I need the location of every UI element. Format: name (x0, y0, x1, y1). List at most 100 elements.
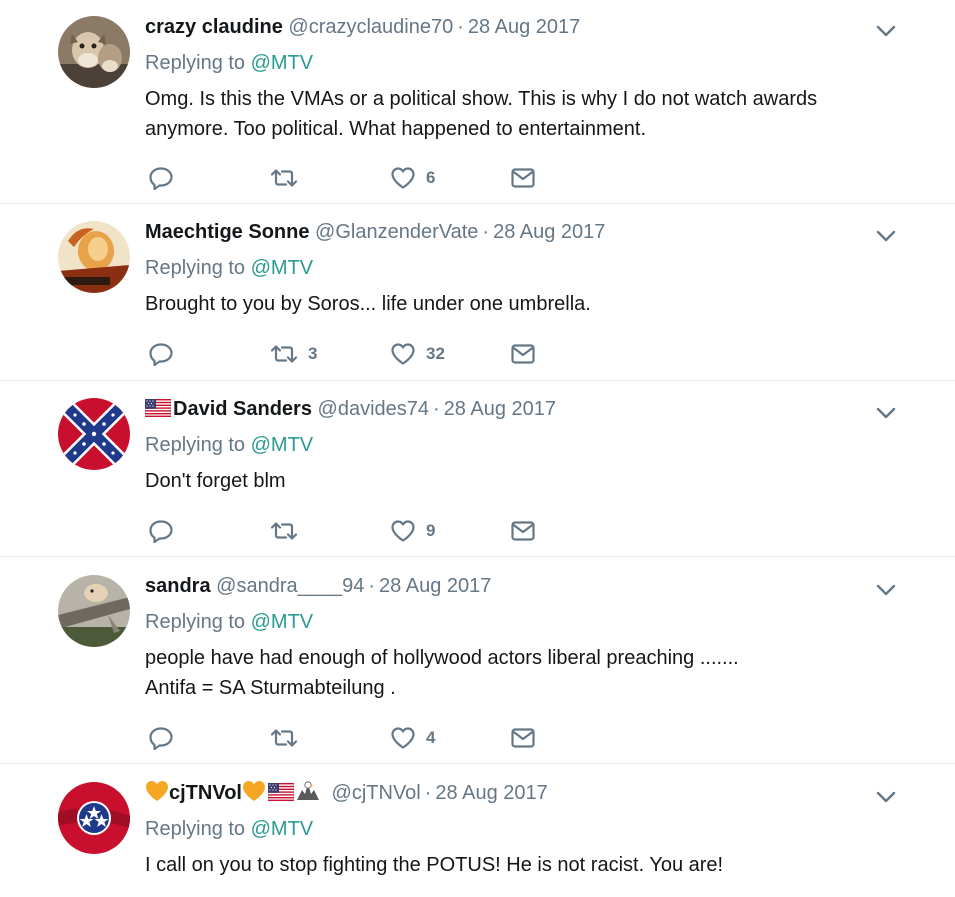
mention-link[interactable]: @MTV (251, 818, 314, 840)
replying-to-label: Replying to (145, 818, 246, 840)
orange-heart-emoji (145, 780, 169, 802)
avatar[interactable] (58, 398, 130, 470)
direct-message-button[interactable] (510, 723, 536, 753)
avatar[interactable] (58, 16, 130, 88)
direct-message-button[interactable] (510, 163, 536, 193)
separator: · (433, 398, 440, 420)
chevron-down-icon[interactable] (875, 225, 897, 247)
reply-button[interactable] (148, 516, 174, 546)
username[interactable]: @cjTNVol (332, 782, 421, 804)
tweet-header: sandra @sandra____94 · 28 Aug 2017 (145, 571, 875, 601)
timestamp[interactable]: 28 Aug 2017 (444, 398, 556, 420)
avatar[interactable] (58, 221, 130, 293)
retweet-button[interactable] (270, 163, 308, 193)
display-name[interactable]: crazy claudine (145, 16, 283, 38)
like-button[interactable]: 32 (390, 339, 445, 369)
replying-to-label: Replying to (145, 257, 246, 279)
reply-button[interactable] (148, 723, 174, 753)
like-count: 4 (426, 728, 436, 747)
replying-to-label: Replying to (145, 434, 246, 456)
username[interactable]: @davides74 (318, 398, 429, 420)
tweet-content: sandra @sandra____94 · 28 Aug 2017 Replyin… (145, 571, 875, 703)
like-count: 32 (426, 344, 445, 363)
retweet-button[interactable] (270, 723, 308, 753)
avatar[interactable] (58, 575, 130, 647)
tweet-item[interactable]: sandra @sandra____94 · 28 Aug 2017 Replyin… (0, 557, 955, 764)
mention-link[interactable]: @MTV (251, 611, 314, 633)
tweet-text: Don't forget blm (145, 466, 875, 496)
chevron-down-icon[interactable] (875, 786, 897, 808)
tweet-text: I call on you to stop fighting the POTUS… (145, 850, 875, 880)
tweet-text-line: Brought to you by Soros... life under on… (145, 293, 591, 315)
display-name[interactable]: sandra (145, 575, 211, 597)
us-flag-emoji (268, 783, 294, 801)
like-icon (390, 342, 416, 366)
chevron-down-icon[interactable] (875, 402, 897, 424)
direct-message-icon (510, 519, 536, 543)
username[interactable]: @GlanzenderVate (315, 221, 478, 243)
direct-message-icon (510, 342, 536, 366)
timestamp[interactable]: 28 Aug 2017 (493, 221, 605, 243)
tweet-content: Maechtige Sonne @GlanzenderVate · 28 Aug 2… (145, 217, 875, 319)
tweet-item[interactable]: Maechtige Sonne @GlanzenderVate · 28 Aug 2… (0, 204, 955, 381)
retweet-icon (270, 342, 298, 366)
tweet-text-line: Don't forget blm (145, 470, 286, 492)
chevron-down-icon[interactable] (875, 579, 897, 601)
like-icon (390, 726, 416, 750)
display-name[interactable]: David Sanders (173, 398, 312, 420)
reply-icon (148, 519, 174, 543)
tweet-text-line: Antifa = SA Sturmabteilung . (145, 677, 396, 699)
tweet-actions: 9 (148, 516, 568, 546)
timestamp[interactable]: 28 Aug 2017 (435, 782, 547, 804)
timestamp[interactable]: 28 Aug 2017 (468, 16, 580, 38)
retweet-count: 3 (308, 344, 318, 363)
reply-button[interactable] (148, 163, 174, 193)
like-icon (390, 519, 416, 543)
separator: · (424, 782, 432, 804)
timestamp[interactable]: 28 Aug 2017 (379, 575, 491, 597)
replying-to-label: Replying to (145, 611, 246, 633)
tweet-item[interactable]: crazy claudine @crazyclaudine70 · 28 Aug 2… (0, 0, 955, 204)
tweet-text-line: Omg. Is this the VMAs or a political sho… (145, 88, 818, 110)
mention-link[interactable]: @MTV (251, 257, 314, 279)
chevron-down-icon[interactable] (875, 20, 897, 42)
display-name[interactable]: Maechtige Sonne (145, 221, 309, 243)
direct-message-button[interactable] (510, 516, 536, 546)
replying-to: Replying to @MTV (145, 607, 875, 637)
tweet-text-line: I call on you to stop fighting the POTUS… (145, 854, 724, 876)
mention-link[interactable]: @MTV (251, 52, 314, 74)
avatar[interactable] (58, 782, 130, 854)
tweet-actions: 4 (148, 723, 568, 753)
username[interactable]: @crazyclaudine70 (288, 16, 453, 38)
tweet-header: Maechtige Sonne @GlanzenderVate · 28 Aug 2… (145, 217, 875, 247)
tweet-text: Omg. Is this the VMAs or a political sho… (145, 84, 875, 144)
separator: · (457, 16, 464, 38)
separator: · (482, 221, 490, 243)
like-button[interactable]: 9 (390, 516, 435, 546)
retweet-icon (270, 166, 298, 190)
reply-icon (148, 726, 174, 750)
display-name[interactable]: cjTNVol (169, 782, 242, 804)
tweet-actions: 3 32 (148, 339, 568, 369)
tweet-item[interactable]: cjTNVol @cjTNVol · 28 Aug 2017 Replying to… (0, 764, 955, 897)
separator: · (368, 575, 376, 597)
like-button[interactable]: 6 (390, 163, 435, 193)
tweet-content: crazy claudine @crazyclaudine70 · 28 Aug 2… (145, 12, 875, 144)
retweet-button[interactable] (270, 516, 308, 546)
direct-message-icon (510, 166, 536, 190)
reply-button[interactable] (148, 339, 174, 369)
like-icon (390, 166, 416, 190)
retweet-button[interactable]: 3 (270, 339, 317, 369)
tweet-item[interactable]: David Sanders @davides74 · 28 Aug 2017 Rep… (0, 381, 955, 557)
tweet-content: cjTNVol @cjTNVol · 28 Aug 2017 Replying to… (145, 778, 875, 880)
direct-message-icon (510, 726, 536, 750)
like-button[interactable]: 4 (390, 723, 435, 753)
mention-link[interactable]: @MTV (251, 434, 314, 456)
eagle-emoji (296, 780, 320, 802)
tweet-header: crazy claudine @crazyclaudine70 · 28 Aug 2… (145, 12, 875, 42)
username[interactable]: @sandra____94 (216, 575, 364, 597)
orange-heart-emoji (242, 780, 266, 802)
direct-message-button[interactable] (510, 339, 536, 369)
retweet-icon (270, 519, 298, 543)
retweet-icon (270, 726, 298, 750)
